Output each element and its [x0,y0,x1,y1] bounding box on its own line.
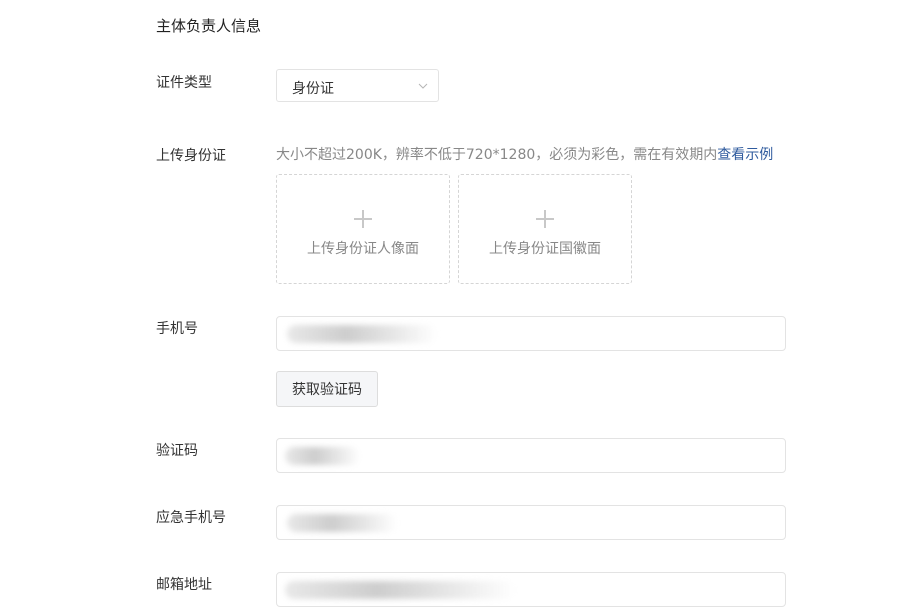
view-example-link[interactable]: 查看示例 [717,147,773,163]
email-blurred-value [285,581,515,599]
plus-icon [354,210,372,228]
emergency-phone-input[interactable] [276,505,786,540]
verification-code-input[interactable] [276,438,786,473]
upload-front-box[interactable]: 上传身份证人像面 [276,174,450,284]
section-title: 主体负责人信息 [156,17,262,35]
id-type-select[interactable]: 身份证 [276,69,439,102]
upload-id-label: 上传身份证 [156,148,226,164]
verification-code-label: 验证码 [156,443,198,459]
phone-input[interactable] [276,316,786,351]
phone-blurred-value [287,325,437,343]
emergency-phone-label: 应急手机号 [156,510,226,526]
upload-hint-text: 大小不超过200K，辨率不低于720*1280，必须为彩色，需在有效期内 [276,147,718,163]
plus-icon [536,210,554,228]
upload-hint: 大小不超过200K，辨率不低于720*1280，必须为彩色，需在有效期内查看示例 [276,144,773,164]
upload-back-box[interactable]: 上传身份证国徽面 [458,174,632,284]
upload-front-caption: 上传身份证人像面 [307,241,419,257]
id-type-label: 证件类型 [156,75,212,91]
chevron-down-icon [418,83,428,89]
phone-label: 手机号 [156,321,198,337]
email-label: 邮箱地址 [156,577,212,593]
upload-back-caption: 上传身份证国徽面 [489,241,601,257]
id-type-selected-value: 身份证 [292,81,334,97]
get-code-button[interactable]: 获取验证码 [276,371,378,407]
verification-code-blurred-value [285,447,360,465]
emergency-phone-blurred-value [287,514,397,532]
email-input[interactable] [276,572,786,607]
